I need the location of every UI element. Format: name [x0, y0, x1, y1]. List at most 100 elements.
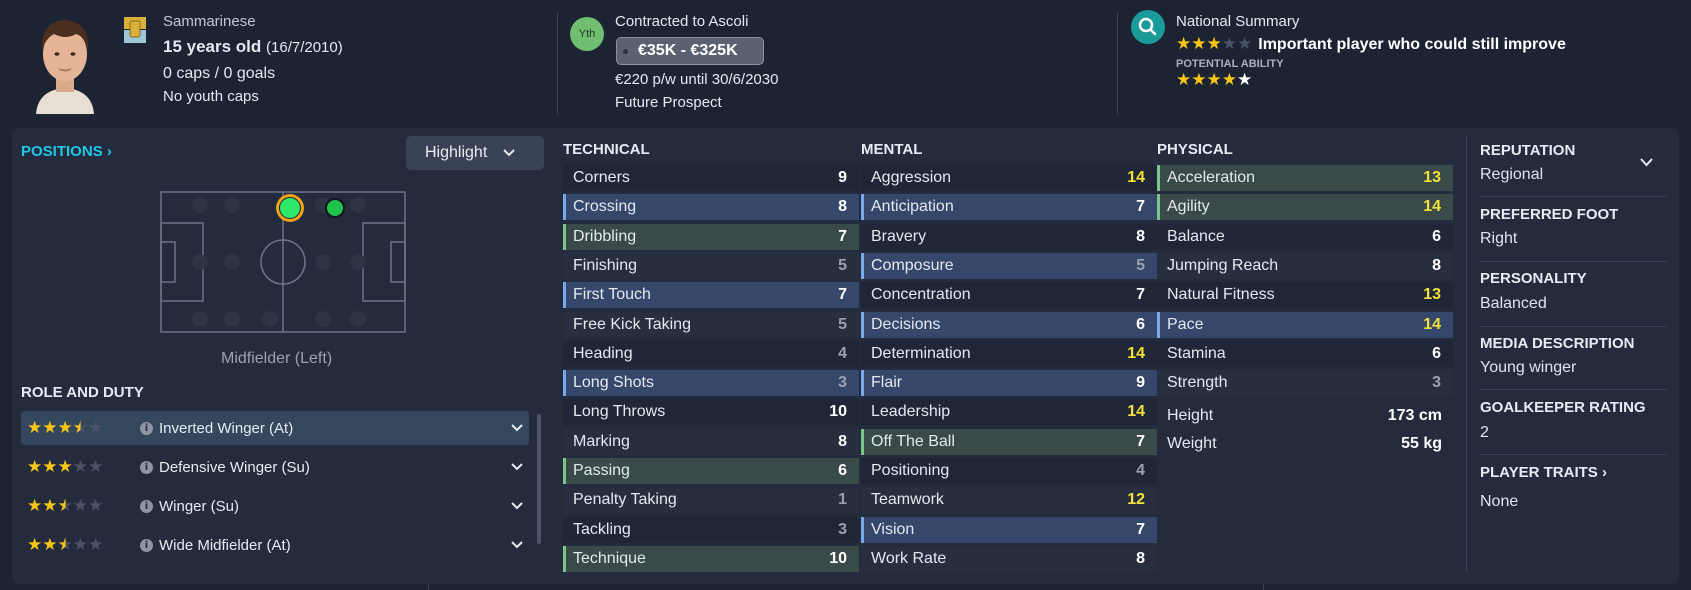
attribute-row-stamina[interactable]: Stamina 6	[1157, 340, 1453, 367]
attribute-row-long-throws[interactable]: Long Throws 10	[563, 399, 859, 426]
star-icon: ★	[1176, 34, 1192, 53]
player-header: Sammarinese 15 years old (16/7/2010) 0 c…	[0, 0, 1691, 126]
attribute-row-penalty-taking[interactable]: Penalty Taking 1	[563, 487, 859, 514]
star-icon: ★	[42, 418, 58, 437]
role-name: Winger (Su)	[159, 497, 240, 515]
attribute-name: Strength	[1167, 374, 1228, 392]
info-icon[interactable]: i	[140, 499, 153, 513]
position-marker-primary[interactable]	[276, 194, 304, 222]
attribute-row-vision[interactable]: Vision 7	[861, 516, 1157, 543]
attribute-row-corners[interactable]: Corners 9	[563, 165, 859, 191]
attribute-value: 8	[1432, 256, 1441, 274]
attribute-row-off-the-ball[interactable]: Off The Ball 7	[861, 428, 1157, 455]
attribute-row-tackling[interactable]: Tackling 3	[563, 516, 859, 543]
chevron-down-icon[interactable]	[1640, 158, 1653, 167]
position-marker-secondary[interactable]	[325, 198, 345, 218]
info-separator	[1480, 261, 1667, 262]
role-row[interactable]: ★★★★★ i Inverted Winger (At)	[21, 411, 529, 445]
chevron-down-icon[interactable]	[511, 463, 523, 471]
attribute-row-decisions[interactable]: Decisions 6	[861, 311, 1157, 338]
info-icon[interactable]: i	[140, 421, 153, 435]
attribute-row-determination[interactable]: Determination 14	[861, 340, 1157, 367]
attribute-row-balance[interactable]: Balance 6	[1157, 223, 1453, 250]
attribute-row-technique[interactable]: Technique 10	[563, 545, 859, 572]
chevron-right-icon: ›	[1601, 464, 1607, 481]
goalkeeper-rating-value: 2	[1480, 424, 1489, 441]
summary-text: Important player who could still improve	[1258, 35, 1566, 53]
attribute-name: Stamina	[1167, 344, 1226, 362]
attribute-row-teamwork[interactable]: Teamwork 12	[861, 487, 1157, 514]
highlight-label: Highlight	[425, 144, 488, 161]
info-icon[interactable]: i	[140, 538, 153, 552]
chevron-down-icon[interactable]	[511, 424, 523, 432]
attribute-value: 3	[838, 520, 847, 538]
attribute-row-passing[interactable]: Passing 6	[563, 458, 859, 484]
attribute-row-positioning[interactable]: Positioning 4	[861, 458, 1157, 484]
attribute-value: 4	[838, 344, 847, 362]
value-range-tag[interactable]: €35K - €325K	[616, 37, 764, 65]
role-row[interactable]: ★★★★★ i Defensive Winger (Su)	[21, 450, 529, 484]
attribute-name: Teamwork	[871, 491, 944, 509]
role-name: Wide Midfielder (At)	[159, 536, 291, 554]
attribute-row-natural-fitness[interactable]: Natural Fitness 13	[1157, 282, 1453, 309]
attribute-name: Jumping Reach	[1167, 256, 1279, 274]
attribute-row-free-kick-taking[interactable]: Free Kick Taking 5	[563, 311, 859, 338]
attribute-row-finishing[interactable]: Finishing 5	[563, 252, 859, 279]
player-traits-link[interactable]: PLAYER TRAITS ›	[1480, 464, 1607, 481]
attribute-row-jumping-reach[interactable]: Jumping Reach 8	[1157, 252, 1453, 279]
info-icon[interactable]: i	[140, 460, 153, 474]
attribute-row-crossing[interactable]: Crossing 8	[563, 194, 859, 221]
attribute-row-concentration[interactable]: Concentration 7	[861, 282, 1157, 309]
chevron-down-icon[interactable]	[511, 541, 523, 549]
attribute-name: Corners	[573, 169, 630, 186]
attribute-value: 13	[1423, 286, 1441, 304]
positions-title: POSITIONS	[21, 143, 103, 160]
attribute-value: 12	[1127, 491, 1145, 509]
role-stars: ★★★★★	[27, 497, 140, 515]
star-icon: ★	[1221, 34, 1237, 53]
attribute-row-strength[interactable]: Strength 3	[1157, 370, 1453, 397]
attribute-row-work-rate[interactable]: Work Rate 8	[861, 545, 1157, 572]
attribute-row-first-touch[interactable]: First Touch 7	[563, 282, 859, 309]
role-row[interactable]: ★★★★★ i Wide Midfielder (At)	[21, 528, 529, 562]
attribute-row-heading[interactable]: Heading 4	[563, 340, 859, 367]
info-separator	[1480, 389, 1667, 390]
attribute-row-acceleration[interactable]: Acceleration 13	[1157, 165, 1453, 191]
attribute-row-agility[interactable]: Agility 14	[1157, 194, 1453, 221]
search-icon[interactable]	[1131, 10, 1165, 44]
chevron-down-icon[interactable]	[511, 502, 523, 510]
attribute-row-bravery[interactable]: Bravery 8	[861, 223, 1157, 250]
attribute-name: Agility	[1167, 198, 1210, 216]
attribute-name: Off The Ball	[871, 432, 955, 450]
attribute-row-long-shots[interactable]: Long Shots 3	[563, 370, 859, 397]
weight-value: 55 kg	[1401, 435, 1442, 452]
attribute-value: 14	[1127, 403, 1145, 421]
attribute-row-anticipation[interactable]: Anticipation 7	[861, 194, 1157, 221]
highlight-dropdown[interactable]: Highlight	[406, 136, 544, 170]
attribute-row-marking[interactable]: Marking 8	[563, 428, 859, 455]
attribute-row-composure[interactable]: Composure 5	[861, 252, 1157, 279]
contract-title[interactable]: Contracted to Ascoli	[615, 13, 748, 30]
star-icon: ★	[42, 457, 58, 476]
attribute-row-pace[interactable]: Pace 14	[1157, 311, 1453, 338]
role-row[interactable]: ★★★★★ i Winger (Su)	[21, 489, 529, 523]
star-icon: ★	[27, 535, 43, 554]
star-icon: ★	[1221, 70, 1237, 89]
star-icon: ★	[1191, 70, 1207, 89]
positions-link[interactable]: POSITIONS ›	[21, 143, 112, 160]
attribute-row-flair[interactable]: Flair 9	[861, 370, 1157, 397]
attribute-row-dribbling[interactable]: Dribbling 7	[563, 223, 859, 250]
attribute-name: Acceleration	[1167, 169, 1256, 186]
attribute-value: 13	[1423, 169, 1441, 186]
attribute-row-aggression[interactable]: Aggression 14	[861, 165, 1157, 191]
attribute-name: Dribbling	[573, 227, 637, 245]
attribute-name: Positioning	[871, 462, 950, 479]
caps: 0 caps / 0 goals	[163, 65, 276, 82]
attribute-value: 14	[1423, 198, 1441, 216]
attribute-value: 6	[838, 462, 847, 479]
roles-scrollbar[interactable]	[537, 414, 541, 544]
attribute-row-leadership[interactable]: Leadership 14	[861, 399, 1157, 426]
tag-hole-icon	[623, 48, 628, 54]
mental-title: MENTAL	[861, 141, 923, 158]
attribute-value: 10	[829, 549, 847, 567]
